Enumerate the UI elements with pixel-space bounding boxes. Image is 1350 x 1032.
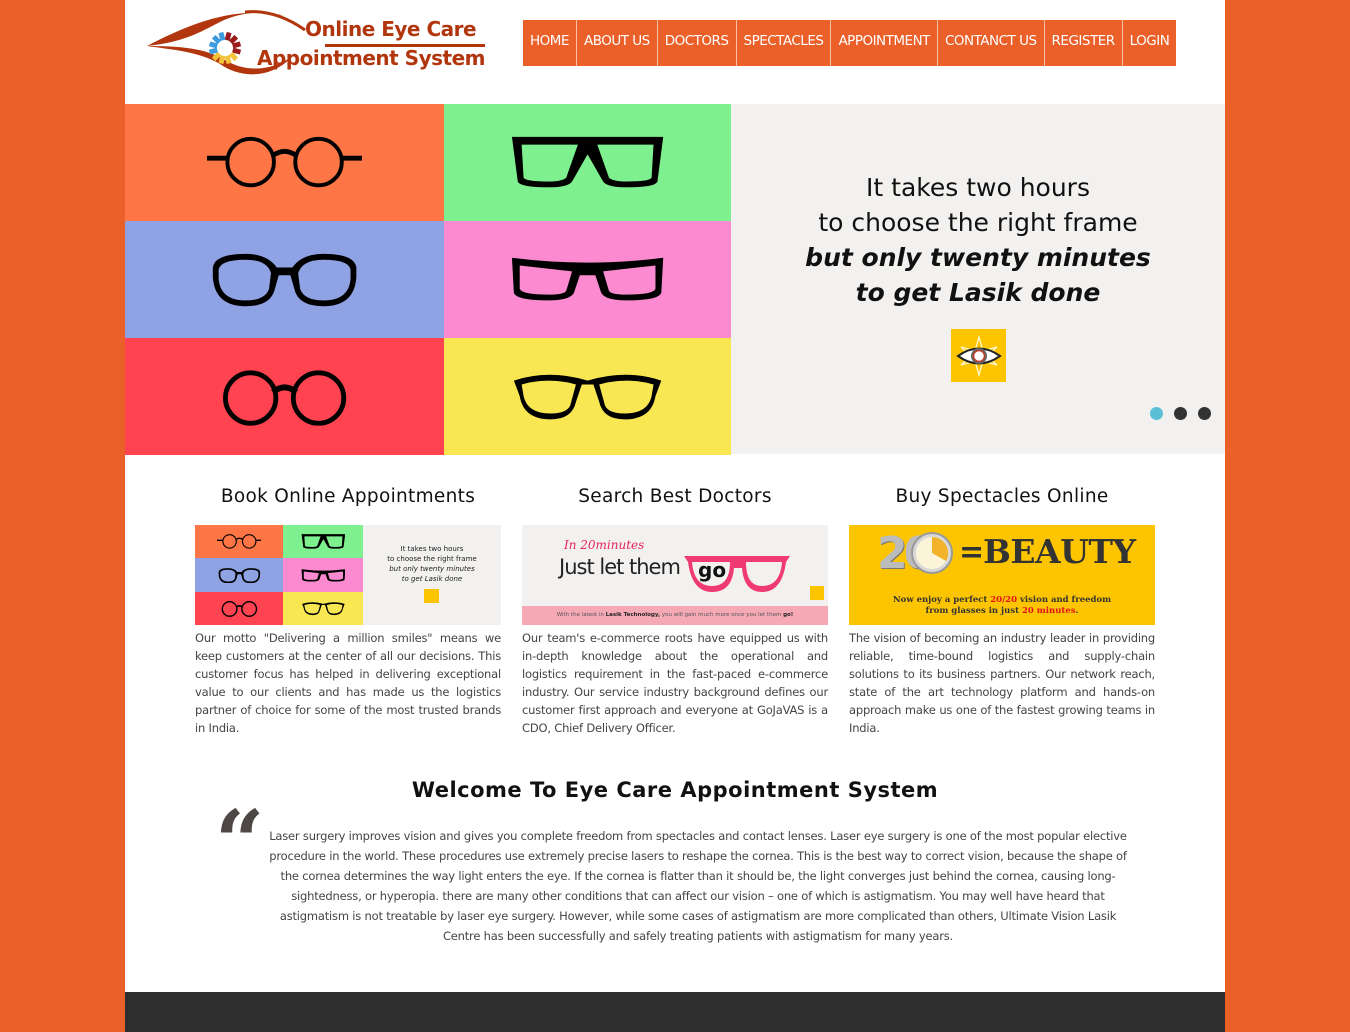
appointments-thumbnail[interactable]: It takes two hours to choose the right f… <box>195 525 501 625</box>
thumb-footer-bold: go! <box>783 612 794 618</box>
thumb-tile-aviator-square <box>283 525 363 559</box>
thumb-tile-narrow-rect <box>283 558 363 592</box>
glasses-icon <box>222 370 347 426</box>
welcome-text: Laser surgery improves vision and gives … <box>269 829 1127 943</box>
thumb-quote-line2: to choose the right frame <box>387 555 477 563</box>
thumb-footer-text: you will gain much more once you let the… <box>660 612 784 618</box>
logo-title-line2: Appointment System <box>257 46 485 70</box>
thumb-footer-strip: With the latest in Lasik Technology, you… <box>522 606 828 625</box>
thumb-script: In 20minutes <box>564 538 645 552</box>
glasses-icon <box>301 602 345 615</box>
nav-contact-us[interactable]: CONTANCT US <box>938 20 1045 66</box>
thumb-tile-round <box>195 525 283 559</box>
doctors-thumbnail[interactable]: In 20minutes Just let them go With the l… <box>522 525 828 625</box>
thumb-headline: Just let them <box>559 555 681 579</box>
feature-title[interactable]: Search Best Doctors <box>522 486 828 525</box>
slide-caption-panel: It takes two hours to choose the right f… <box>731 104 1225 454</box>
glasses-icon <box>216 534 262 549</box>
thumb-tile-round-bold <box>195 591 283 625</box>
glasses-icon <box>212 254 357 307</box>
main-nav: HOME ABOUT US DOCTORS SPECTACLES APPOINT… <box>523 20 1177 66</box>
slider-pagination <box>1150 407 1211 420</box>
thumb-beauty: BEAUTY <box>983 532 1136 571</box>
welcome-title: Welcome To Eye Care Appointment System <box>411 778 939 802</box>
hero-tile-round <box>125 104 444 221</box>
eye-star-icon <box>951 329 1006 382</box>
hero-tile-narrow-rect <box>444 221 731 338</box>
hero-tile-large-square <box>125 221 444 338</box>
header: Online Eye Care Appointment System HOME … <box>125 0 1225 104</box>
site-logo[interactable]: Online Eye Care Appointment System <box>145 6 490 82</box>
slide-quote: It takes two hours to choose the right f… <box>731 170 1225 310</box>
nav-home[interactable]: HOME <box>523 20 577 66</box>
thumb-footer-text: With the latest in <box>556 612 606 618</box>
thumb-equals: = <box>959 535 985 570</box>
slider-dot-2[interactable] <box>1174 407 1187 420</box>
eye-star-icon <box>810 586 824 600</box>
feature-card-spectacles: Buy Spectacles Online 20 = BEAUTY Now en… <box>849 486 1155 737</box>
slider-dot-1[interactable] <box>1150 407 1163 420</box>
slide-quote-line3: but only twenty minutes <box>805 243 1151 272</box>
eye-star-icon <box>424 589 439 603</box>
nav-login[interactable]: LOGIN <box>1123 20 1177 66</box>
thumb-tile-large-square <box>195 558 283 592</box>
thumb-quote-line4: to get Lasik done <box>401 575 463 583</box>
hero-tile-round-bold <box>125 338 444 455</box>
feature-title[interactable]: Buy Spectacles Online <box>849 486 1155 525</box>
thumb-go: go <box>698 558 727 582</box>
glasses-icon <box>301 568 345 582</box>
glasses-icon <box>221 600 257 617</box>
glasses-icon <box>511 137 664 188</box>
glasses-icon <box>218 567 260 583</box>
feature-card-appointments: Book Online Appointments It takes two ho… <box>195 486 501 737</box>
glasses-icon <box>513 375 662 420</box>
quote-mark-icon: “ <box>215 792 265 893</box>
clock-icon <box>911 532 953 574</box>
feature-card-doctors: Search Best Doctors In 20minutes Just le… <box>522 486 828 737</box>
glasses-icon <box>206 137 363 188</box>
thumb-quote-line3: but only twenty minutes <box>389 565 475 573</box>
hero-tile-wayfarer <box>444 338 731 455</box>
thumb-footer-bold: Lasik Technology, <box>605 612 661 618</box>
spectacles-thumbnail[interactable]: 20 = BEAUTY Now enjoy a perfect 20/20 vi… <box>849 525 1155 625</box>
feature-description: Our team's e-commerce roots have equippe… <box>522 631 828 735</box>
feature-description: The vision of becoming an industry leade… <box>849 631 1155 735</box>
footer <box>125 992 1225 1032</box>
hero-tile-aviator-square <box>444 104 731 221</box>
nav-appointment[interactable]: APPOINTMENT <box>831 20 938 66</box>
nav-register[interactable]: REGISTER <box>1045 20 1123 66</box>
features-section: Book Online Appointments It takes two ho… <box>195 486 1155 737</box>
hero-slider: It takes two hours to choose the right f… <box>125 104 1225 455</box>
page-container: Online Eye Care Appointment System HOME … <box>125 0 1225 1032</box>
thumb-quote-line1: It takes two hours <box>400 545 464 553</box>
nav-doctors[interactable]: DOCTORS <box>658 20 737 66</box>
slide-quote-line4: to get Lasik done <box>855 278 1101 307</box>
glasses-icon <box>301 534 345 549</box>
feature-description: Our motto "Delivering a million smiles" … <box>195 631 501 735</box>
feature-title[interactable]: Book Online Appointments <box>195 486 501 525</box>
logo-title-line1: Online Eye Care <box>305 17 477 41</box>
glasses-icon <box>511 258 664 301</box>
nav-about-us[interactable]: ABOUT US <box>577 20 658 66</box>
slide-quote-line1: It takes two hours <box>866 173 1090 202</box>
slide-quote-line2: to choose the right frame <box>818 208 1138 237</box>
thumb-tile-wayfarer <box>283 591 363 625</box>
nav-spectacles[interactable]: SPECTACLES <box>737 20 832 66</box>
thumb-caption: Now enjoy a perfect 20/20 vision and fre… <box>892 595 1112 616</box>
slider-dot-3[interactable] <box>1198 407 1211 420</box>
